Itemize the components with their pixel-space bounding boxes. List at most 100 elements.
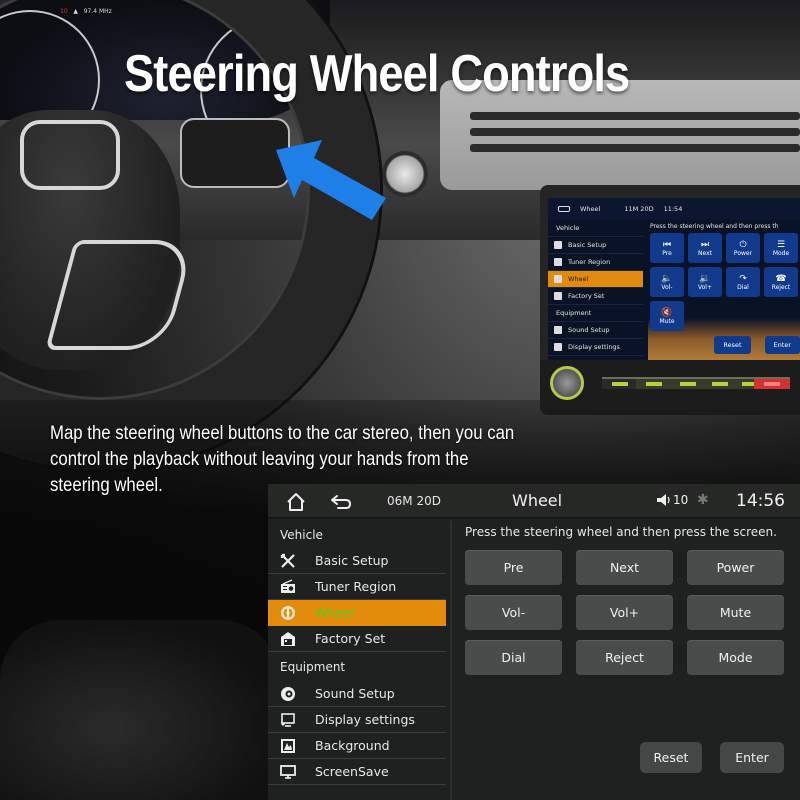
mini-item-label: Display settings: [568, 343, 620, 351]
volume-down-icon: 🔈: [661, 273, 673, 284]
reset-button[interactable]: Reset: [640, 742, 702, 773]
pre-button[interactable]: Pre: [465, 550, 562, 585]
back-icon[interactable]: [330, 493, 352, 511]
faceplate-red-button: [754, 377, 790, 389]
sound-icon: [281, 686, 295, 701]
steering-wheel-icon: [281, 605, 295, 620]
sidebar-item-background[interactable]: Background: [268, 733, 446, 759]
display-icon: [281, 712, 295, 727]
mini-item: Basic Setup: [548, 237, 643, 254]
headline: Steering Wheel Controls: [124, 45, 630, 103]
mini-button-label: Next: [698, 249, 712, 257]
volume-indicator[interactable]: 10: [656, 493, 688, 507]
status-bar: 06M 20D Wheel 10 ✱ 14:56: [268, 484, 800, 519]
sidebar-item-label: Wheel: [315, 605, 355, 620]
stereo-screen-photo: Wheel 11M 20D 11:54 Vehicle Basic Setup …: [548, 198, 800, 360]
page-title: Wheel: [512, 491, 563, 510]
mini-button: ⏮ Pre: [650, 233, 684, 263]
sidebar-item-display-settings[interactable]: Display settings: [268, 707, 446, 733]
sidebar-item-label: Tuner Region: [315, 579, 397, 594]
mini-hint: Press the steering wheel and then press …: [650, 223, 779, 230]
background-icon: [281, 738, 295, 753]
wheel-settings-panel: 06M 20D Wheel 10 ✱ 14:56 Vehicle Basic S…: [268, 484, 800, 800]
mini-item: Sound Setup: [548, 322, 643, 339]
mini-item: Factory Set: [548, 288, 643, 305]
icon-slot: [268, 764, 308, 780]
faceplate-button: [670, 377, 706, 389]
mode-button[interactable]: Mode: [687, 640, 784, 675]
mini-button: ☎ Reject: [764, 267, 798, 297]
sidebar-item-wheel[interactable]: Wheel: [268, 600, 446, 626]
air-vent: [470, 128, 800, 136]
icon-slot: [268, 553, 308, 569]
icon-slot: [268, 631, 308, 647]
clock: 14:56: [736, 491, 785, 511]
air-vent: [470, 112, 800, 120]
vol-down-button[interactable]: Vol-: [465, 595, 562, 630]
mini-item-active: Wheel: [548, 271, 643, 288]
wheel-function-grid: Pre Next Power Vol- Vol+ Mute Dial Rejec…: [465, 550, 784, 675]
sidebar-item-basic-setup[interactable]: Basic Setup: [268, 548, 446, 574]
usb-port: [602, 377, 638, 389]
instruction-text: Press the steering wheel and then press …: [465, 525, 777, 539]
sidebar-item-tuner-region[interactable]: Tuner Region: [268, 574, 446, 600]
section-header-vehicle: Vehicle: [280, 527, 323, 542]
mute-icon: 🔇: [661, 307, 673, 318]
mini-button: 🔉 Vol+: [688, 267, 722, 297]
icon-slot: [268, 738, 308, 754]
home-icon[interactable]: [286, 492, 306, 512]
vol-up-button[interactable]: Vol+: [576, 595, 673, 630]
radio-icon: [281, 578, 295, 593]
power-button[interactable]: Power: [687, 550, 784, 585]
mini-time: 11:54: [663, 205, 683, 213]
sidebar-item-label: Basic Setup: [315, 553, 389, 568]
mini-button: ↷ Dial: [726, 267, 760, 297]
sidebar-item-screensave[interactable]: ScreenSave: [268, 759, 446, 785]
icon-slot: [268, 578, 308, 595]
settings-sidebar: Vehicle Basic Setup Tuner Region Wheel F…: [268, 521, 452, 800]
mini-button-label: Dial: [737, 283, 749, 291]
mini-item: Tuner Region: [548, 254, 643, 271]
mini-button-label: Vol+: [697, 283, 712, 291]
sidebar-item-label: Factory Set: [315, 631, 386, 646]
mini-item-label: Vehicle: [556, 224, 580, 232]
mini-button: 🔇 Mute: [650, 301, 684, 331]
sidebar-item-label: Background: [315, 738, 390, 753]
tools-icon: [280, 553, 295, 568]
next-button[interactable]: Next: [576, 550, 673, 585]
mini-button: 🔈 Vol-: [650, 267, 684, 297]
wheel-learning-area: Press the steering wheel and then press …: [454, 521, 800, 800]
factory-icon: [554, 292, 562, 300]
mini-section-header: Equipment: [548, 305, 643, 322]
power-icon: ⏻: [739, 239, 747, 250]
factory-icon: [281, 631, 295, 646]
mini-button-label: Pre: [662, 249, 672, 257]
mini-sidebar: Vehicle Basic Setup Tuner Region Wheel F…: [548, 220, 643, 360]
sidebar-item-sound-setup[interactable]: Sound Setup: [268, 681, 446, 707]
previous-icon: ⏮: [662, 239, 672, 250]
steering-wheel-trim: [20, 120, 120, 190]
engine-start-button: [382, 151, 428, 197]
mini-button-grid: ⏮ Pre ⏭ Next ⏻ Power ☰ Mode 🔈 Vol- 🔉 Vol+ ↷ Dia…: [648, 233, 800, 331]
reject-button[interactable]: Reject: [576, 640, 673, 675]
faceplate-button: [636, 377, 672, 389]
mini-title: Wheel: [580, 205, 601, 213]
sidebar-item-factory-set[interactable]: Factory Set: [268, 626, 446, 652]
mini-button: ☰ Mode: [764, 233, 798, 263]
steering-wheel-buttons: [180, 118, 290, 188]
mute-button[interactable]: Mute: [687, 595, 784, 630]
sound-icon: [554, 326, 562, 334]
mini-status-bar: Wheel 11M 20D 11:54: [548, 198, 800, 220]
mini-actions: Reset Enter: [714, 336, 800, 354]
dial-button[interactable]: Dial: [465, 640, 562, 675]
tools-icon: [554, 241, 562, 249]
menu-icon: ☰: [776, 239, 786, 250]
mini-enter: Enter: [764, 336, 800, 354]
mini-item-label: Wheel: [568, 275, 589, 283]
stereo-faceplate: [540, 360, 800, 408]
air-vent: [470, 144, 800, 152]
enter-button[interactable]: Enter: [720, 742, 784, 773]
mini-item-label: Tuner Region: [568, 258, 611, 266]
sidebar-item-label: Display settings: [315, 712, 415, 727]
icon-slot: [268, 686, 308, 702]
